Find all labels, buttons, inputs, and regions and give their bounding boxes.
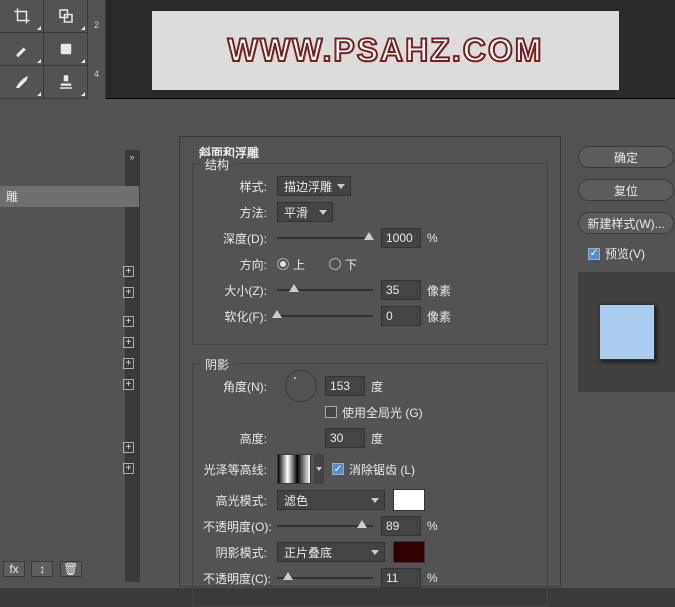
soften-input[interactable]: 0 (381, 306, 421, 326)
angle-input[interactable]: 153 (325, 376, 365, 396)
pct-unit: % (427, 519, 438, 533)
angle-label: 角度(N): (203, 378, 267, 395)
direction-down-radio[interactable] (329, 258, 341, 270)
style-label: 样式: (203, 178, 267, 195)
group-shading-title: 阴影 (201, 356, 233, 373)
bevel-settings-panel: 结构 样式: 描边浮雕 方法: 平滑 深度(D): 1000 % 方向: 上 (179, 136, 561, 587)
sidebar-item[interactable] (0, 311, 139, 332)
sidebar-menu-icon[interactable] (125, 150, 139, 164)
shadow-opacity-input[interactable]: 11 (381, 568, 421, 588)
shadow-mode-label: 阴影模式: (203, 544, 267, 561)
px-unit: 像素 (427, 282, 451, 299)
editor-top-area: 2 4 WWW.PSAHZ.COM (0, 0, 675, 99)
depth-slider[interactable] (277, 237, 373, 239)
depth-label: 深度(D): (203, 230, 267, 247)
style-preview-swatch (578, 272, 675, 392)
fx-button[interactable]: fx (3, 561, 25, 577)
depth-input[interactable]: 1000 (381, 228, 421, 248)
sidebar-item[interactable] (0, 437, 139, 458)
ok-button[interactable]: 确定 (578, 146, 674, 168)
altitude-label: 高度: (203, 430, 267, 447)
group-structure-title: 结构 (201, 156, 233, 173)
preview-label: 预览(V) (605, 245, 645, 262)
technique-select[interactable]: 平滑 (277, 202, 333, 222)
global-light-label: 使用全局光 (G) (342, 404, 423, 421)
slice-tool[interactable] (44, 0, 88, 33)
add-effect-icon[interactable] (123, 337, 134, 348)
stamp-tool[interactable] (44, 66, 88, 99)
add-effect-icon[interactable] (123, 379, 134, 390)
size-input[interactable]: 35 (381, 280, 421, 300)
sidebar-item[interactable] (0, 261, 139, 282)
pct-unit: % (427, 571, 438, 585)
direction-up-label: 上 (293, 256, 305, 273)
shadow-opacity-slider[interactable] (277, 577, 373, 579)
crop-tool[interactable] (0, 0, 44, 33)
antialias-label: 消除锯齿 (L) (349, 461, 415, 478)
px-unit: 像素 (427, 308, 451, 325)
highlight-opacity-input[interactable]: 89 (381, 516, 421, 536)
gloss-contour-picker[interactable] (277, 454, 311, 484)
style-select[interactable]: 描边浮雕 (277, 176, 351, 196)
toolbox (0, 0, 88, 99)
highlight-color-swatch[interactable] (393, 489, 425, 511)
highlight-opacity-label: 不透明度(O): (203, 518, 267, 535)
preview-checkbox[interactable] (588, 248, 600, 260)
canvas-artboard: WWW.PSAHZ.COM (152, 11, 619, 90)
add-effect-icon[interactable] (123, 316, 134, 327)
styles-sidebar: 雕 fx ↕ 🗑 (0, 150, 140, 582)
watermark-text: WWW.PSAHZ.COM (228, 32, 544, 69)
structure-group: 结构 样式: 描边浮雕 方法: 平滑 深度(D): 1000 % 方向: 上 (192, 163, 548, 345)
sidebar-item[interactable] (0, 458, 139, 479)
deg-unit: 度 (371, 378, 383, 395)
direction-down-label: 下 (345, 256, 357, 273)
sidebar-footer: fx ↕ 🗑 (0, 561, 125, 582)
add-effect-icon[interactable] (123, 266, 134, 277)
direction-label: 方向: (203, 256, 267, 273)
add-effect-icon[interactable] (123, 358, 134, 369)
sidebar-item-bevel[interactable]: 雕 (0, 186, 139, 207)
sidebar-item[interactable] (0, 207, 139, 228)
size-label: 大小(Z): (203, 282, 267, 299)
add-effect-icon[interactable] (123, 442, 134, 453)
style-preview-inner (599, 304, 655, 360)
layer-style-dialog: 雕 fx ↕ 🗑 斜面和浮雕 结构 样式: 描边浮雕 方法: (0, 99, 675, 588)
altitude-input[interactable]: 30 (325, 428, 365, 448)
direction-up-radio[interactable] (277, 258, 289, 270)
sidebar-item[interactable] (0, 353, 139, 374)
vertical-ruler: 2 4 (88, 0, 106, 99)
shadow-color-swatch[interactable] (393, 541, 425, 563)
shading-group: 阴影 角度(N): 153 度 使用全局光 (G) 高度: 30 度 光泽等高线… (192, 363, 548, 607)
arrow-button[interactable]: ↕ (31, 561, 53, 577)
antialias-checkbox[interactable] (332, 463, 344, 475)
contour-dropdown-icon[interactable] (314, 454, 324, 484)
deg-unit: 度 (371, 430, 383, 447)
gloss-contour-label: 光泽等高线: (203, 461, 267, 478)
technique-label: 方法: (203, 204, 267, 221)
trash-icon[interactable]: 🗑 (60, 561, 82, 577)
new-style-button[interactable]: 新建样式(W)... (578, 212, 674, 234)
patch-tool[interactable] (44, 33, 88, 66)
highlight-mode-select[interactable]: 滤色 (277, 490, 385, 510)
add-effect-icon[interactable] (123, 287, 134, 298)
brush-tool[interactable] (0, 66, 44, 99)
size-slider[interactable] (277, 289, 373, 291)
eyedropper-tool[interactable] (0, 33, 44, 66)
sidebar-item[interactable] (0, 374, 139, 395)
soften-label: 软化(F): (203, 308, 267, 325)
shadow-opacity-label: 不透明度(C): (203, 570, 267, 587)
highlight-opacity-slider[interactable] (277, 525, 373, 527)
dialog-buttons: 确定 复位 新建样式(W)... 预览(V) (578, 146, 675, 392)
highlight-mode-label: 高光模式: (203, 492, 267, 509)
sidebar-item[interactable] (0, 332, 139, 353)
add-effect-icon[interactable] (123, 463, 134, 474)
sidebar-item[interactable] (0, 282, 139, 303)
soften-slider[interactable] (277, 315, 373, 317)
reset-button[interactable]: 复位 (578, 179, 674, 201)
global-light-checkbox[interactable] (325, 406, 337, 418)
angle-dial[interactable] (285, 370, 317, 402)
shadow-mode-select[interactable]: 正片叠底 (277, 542, 385, 562)
pct-unit: % (427, 231, 438, 245)
sidebar-item[interactable] (0, 228, 139, 249)
